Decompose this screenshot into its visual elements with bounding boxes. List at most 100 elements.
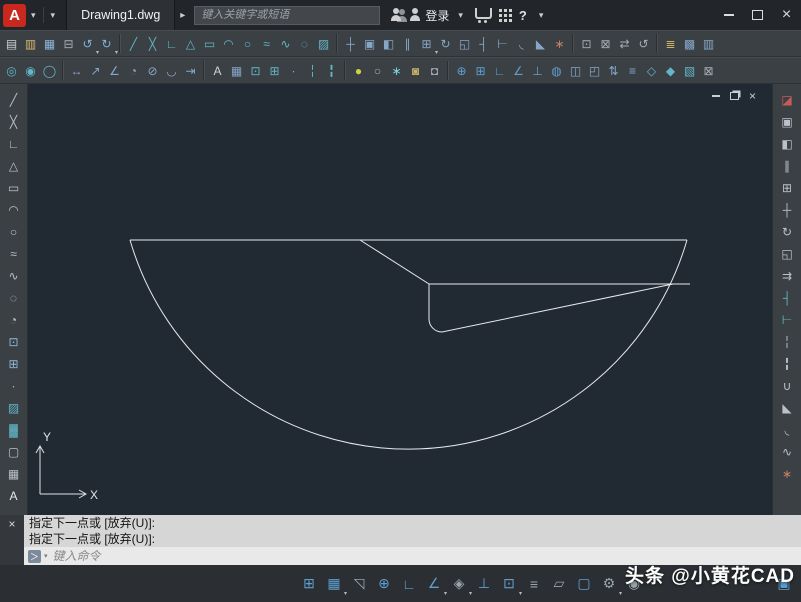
region-icon[interactable]: ▢ xyxy=(2,441,26,463)
point-style-icon[interactable]: ∙ xyxy=(284,59,303,82)
table-icon[interactable]: ▦ xyxy=(2,463,26,485)
dynamic-input-icon[interactable]: ⊕ xyxy=(373,571,395,596)
minimize-button[interactable] xyxy=(714,0,743,30)
document-tab[interactable]: Drawing1.dwg xyxy=(66,0,176,30)
recent-commands-caret-icon[interactable]: ▾ xyxy=(44,552,48,560)
construction-line-icon[interactable]: ╳ xyxy=(143,32,162,55)
scale-icon[interactable]: ◱ xyxy=(455,32,474,55)
open-icon[interactable]: ▥ xyxy=(21,32,40,55)
line-icon[interactable]: ╱ xyxy=(124,32,143,55)
insert-block-icon[interactable]: ⊡ xyxy=(2,331,26,353)
layer-freeze-icon[interactable]: ∗ xyxy=(387,59,406,82)
pan-icon[interactable]: ⇄ xyxy=(615,32,634,55)
revcloud-icon[interactable]: ≈ xyxy=(257,32,276,55)
spline-icon[interactable]: ∿ xyxy=(2,265,26,287)
dim-continue-icon[interactable]: ⇥ xyxy=(181,59,200,82)
arc-icon[interactable]: ◠ xyxy=(2,199,26,221)
explode-icon[interactable]: ∗ xyxy=(550,32,569,55)
copy-icon[interactable]: ▣ xyxy=(360,32,379,55)
overkill-icon[interactable]: ⊠ xyxy=(699,59,718,82)
quick-access-caret-icon[interactable]: ▾ xyxy=(46,10,61,21)
search-input[interactable] xyxy=(194,5,381,25)
snap-mode-icon[interactable]: ▦ ▾ xyxy=(323,571,347,597)
help-caret-icon[interactable]: ▾ xyxy=(534,10,549,21)
measure-icon[interactable]: ╏ xyxy=(322,59,341,82)
trim-icon[interactable]: ┤ xyxy=(474,32,493,55)
share-users-icon[interactable] xyxy=(390,8,402,22)
close-button[interactable]: × xyxy=(772,0,801,30)
dim-angular-icon[interactable]: ∠ xyxy=(105,59,124,82)
command-prompt-icon[interactable]: ＞ xyxy=(28,549,41,563)
hatch-icon[interactable]: ▨ xyxy=(314,32,333,55)
hatch-icon[interactable]: ▨ xyxy=(2,397,26,419)
scale-icon[interactable]: ◱ xyxy=(775,243,799,265)
lineweight-icon[interactable]: ≡ xyxy=(523,571,545,596)
sign-in-button[interactable]: 登录 ▾ xyxy=(409,7,468,24)
app-store-cart-icon[interactable] xyxy=(474,7,492,23)
mirror-icon[interactable]: ◧ xyxy=(775,133,799,155)
donut-icon[interactable]: ◎ xyxy=(2,59,21,82)
construction-line-icon[interactable]: ╳ xyxy=(2,111,26,133)
ortho-icon[interactable]: ∟ xyxy=(490,59,509,82)
connected-apps-icon[interactable] xyxy=(498,8,502,12)
units-icon[interactable]: ◍ xyxy=(547,59,566,82)
transparency-icon[interactable]: ▱ xyxy=(548,571,570,596)
polygon-icon[interactable]: △ xyxy=(181,32,200,55)
layer-isolate-icon[interactable]: ◘ xyxy=(425,59,444,82)
restore-drawing-icon[interactable] xyxy=(729,92,739,100)
edit-spline-icon[interactable]: ◆ xyxy=(661,59,680,82)
object-snap-tracking-icon[interactable]: ⊥ xyxy=(473,571,495,596)
copy-icon[interactable]: ▣ xyxy=(775,111,799,133)
ring-icon[interactable]: ◉ xyxy=(21,59,40,82)
make-block-icon[interactable]: ⊞ xyxy=(2,353,26,375)
app-menu-caret-icon[interactable]: ▾ xyxy=(26,10,41,21)
drawing-canvas[interactable]: Y X × xyxy=(28,84,772,515)
mirror-icon[interactable]: ◧ xyxy=(379,32,398,55)
workspace-switching-icon[interactable]: ⚙ ▾ xyxy=(598,571,622,597)
make-block-icon[interactable]: ⊡ xyxy=(246,59,265,82)
break-at-point-icon[interactable]: ╎ xyxy=(775,331,799,353)
match-properties-icon[interactable]: ▥ xyxy=(699,32,718,55)
layer-on-icon[interactable]: ● xyxy=(349,59,368,82)
autocad-logo-icon[interactable]: A xyxy=(3,3,26,27)
ellipse-arc-icon[interactable]: ◔ xyxy=(2,309,26,331)
isodraft-icon[interactable]: ◈ ▾ xyxy=(448,571,472,597)
stretch-icon[interactable]: ⇉ xyxy=(775,265,799,287)
extend-icon[interactable]: ⊢ xyxy=(775,309,799,331)
fillet-icon[interactable]: ◟ xyxy=(775,419,799,441)
multiline-text-icon[interactable]: A xyxy=(208,59,227,82)
dim-linear-icon[interactable]: ↔ xyxy=(67,59,86,82)
help-icon[interactable]: ? xyxy=(519,8,527,23)
polyline-icon[interactable]: ∟ xyxy=(2,133,26,155)
circle-center-icon[interactable]: ◯ xyxy=(40,59,59,82)
distribute-icon[interactable]: ≡ xyxy=(623,59,642,82)
chamfer-icon[interactable]: ◣ xyxy=(775,397,799,419)
notch-polyline-entity[interactable] xyxy=(359,239,674,333)
move-icon[interactable]: ┼ xyxy=(341,32,360,55)
rectangle-icon[interactable]: ▭ xyxy=(200,32,219,55)
zoom-extents-icon[interactable]: ⊠ xyxy=(596,32,615,55)
undo-icon[interactable]: ↺ ▾ xyxy=(78,32,99,57)
grid-display-icon[interactable]: ⊞ xyxy=(471,59,490,82)
minimize-drawing-icon[interactable] xyxy=(711,95,720,97)
gradient-icon[interactable]: ▓ xyxy=(2,419,26,441)
blend-icon[interactable]: ∿ xyxy=(775,441,799,463)
selection-cycling-icon[interactable]: ▢ xyxy=(573,571,595,596)
sign-in-caret-icon[interactable]: ▾ xyxy=(453,10,468,21)
object-snap-icon[interactable]: ⊡ ▾ xyxy=(498,571,522,597)
tab-overflow-icon[interactable]: ▸ xyxy=(175,10,190,21)
ellipse-icon[interactable]: ◌ xyxy=(2,287,26,309)
ellipse-icon[interactable]: ◌ xyxy=(295,32,314,55)
extend-icon[interactable]: ⊢ xyxy=(493,32,512,55)
rotate-icon[interactable]: ↻ xyxy=(436,32,455,55)
revcloud-icon[interactable]: ≈ xyxy=(2,243,26,265)
maximize-button[interactable] xyxy=(743,0,772,30)
close-drawing-icon[interactable]: × xyxy=(749,90,756,102)
divide-icon[interactable]: ╎ xyxy=(303,59,322,82)
offset-icon[interactable]: ∥ xyxy=(398,32,417,55)
dim-radius-icon[interactable]: ◔ xyxy=(124,59,143,82)
plot-icon[interactable]: ⊟ xyxy=(59,32,78,55)
rotate-icon[interactable]: ↻ xyxy=(775,221,799,243)
dim-arc-length-icon[interactable]: ◡ xyxy=(162,59,181,82)
layer-properties-icon[interactable]: ≣ xyxy=(661,32,680,55)
